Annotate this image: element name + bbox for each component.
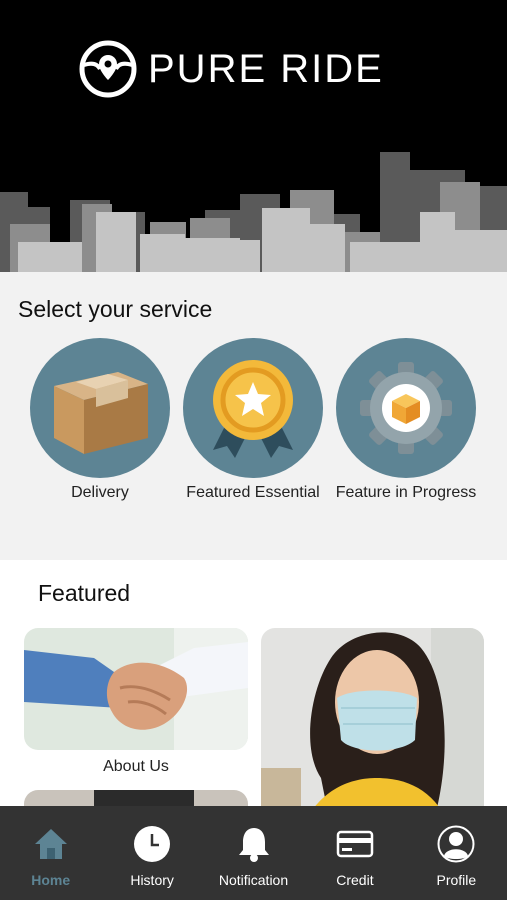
tab-home-label: Home <box>31 872 71 888</box>
brand-logo: PURE RIDE <box>78 38 384 100</box>
tab-history[interactable]: History <box>101 806 202 900</box>
user-profile-icon <box>436 824 476 864</box>
service-feature-in-progress[interactable]: Feature in Progress <box>331 338 481 504</box>
tab-notification[interactable]: Notification <box>203 806 304 900</box>
featured-section-title: Featured <box>38 580 131 606</box>
handshake-photo <box>24 628 248 750</box>
award-medal-icon <box>213 360 293 458</box>
service-feature-in-progress-circle[interactable] <box>336 338 476 478</box>
city-skyline-graphic <box>0 152 507 272</box>
tab-notification-label: Notification <box>218 872 289 888</box>
credit-card-icon <box>335 824 375 864</box>
service-featured-essential-circle[interactable] <box>183 338 323 478</box>
service-featured-essential[interactable]: Featured Essential <box>178 338 328 504</box>
service-delivery-circle[interactable] <box>30 338 170 478</box>
tab-profile-label: Profile <box>436 872 477 888</box>
tab-profile[interactable]: Profile <box>406 806 507 900</box>
tab-home[interactable]: Home <box>0 806 101 900</box>
featured-card-about-us[interactable] <box>24 628 248 750</box>
service-featured-essential-label: Featured Essential <box>186 484 320 501</box>
tab-history-label: History <box>130 872 174 888</box>
service-section: Select your service Delivery Featured Es… <box>0 272 507 560</box>
steering-wheel-icon <box>79 40 137 98</box>
bell-icon <box>234 824 274 864</box>
header-banner: PURE RIDE <box>0 0 507 272</box>
featured-card-masked-woman[interactable] <box>261 628 484 828</box>
clock-icon <box>132 824 172 864</box>
tab-credit-label: Credit <box>336 872 374 888</box>
service-feature-in-progress-label: Feature in Progress <box>335 484 477 501</box>
service-delivery-label: Delivery <box>71 484 129 501</box>
featured-card-about-us-label: About Us <box>103 758 169 775</box>
service-section-title: Select your service <box>18 296 213 322</box>
masked-woman-photo <box>261 628 484 828</box>
service-delivery[interactable]: Delivery <box>25 338 175 504</box>
package-box-icon <box>54 372 148 454</box>
bottom-tab-bar: Home History Notification Credit Profile <box>0 806 507 900</box>
tab-credit[interactable]: Credit <box>304 806 405 900</box>
brand-name: PURE RIDE <box>148 47 384 91</box>
home-icon <box>31 824 71 864</box>
gear-cube-icon <box>360 362 452 454</box>
